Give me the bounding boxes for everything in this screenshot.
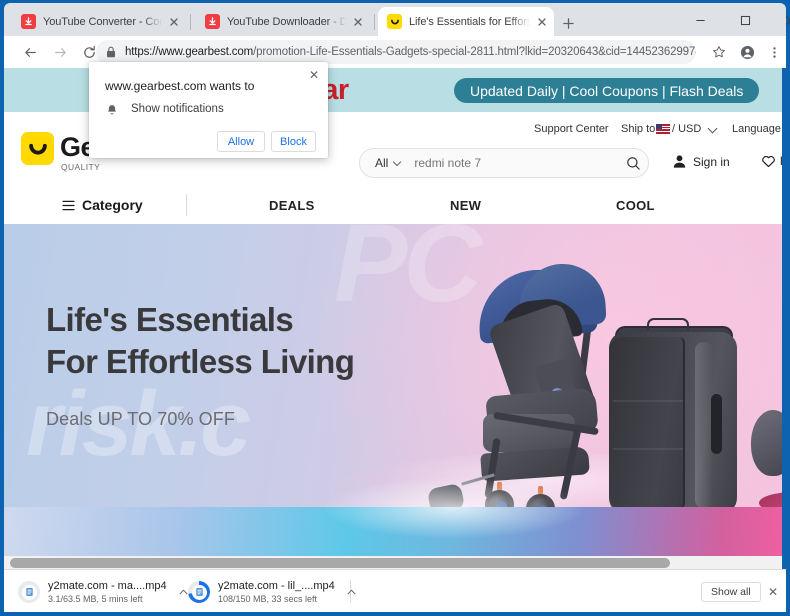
download-shelf: y2mate.com - ma....mp4 3.1/63.5 MB, 5 mi… xyxy=(4,569,786,612)
download-filename: y2mate.com - ma....mp4 xyxy=(48,580,167,592)
browser-tab-2[interactable]: YouTube Downloader - Downloa xyxy=(196,7,370,36)
window-minimize-button[interactable] xyxy=(678,6,723,35)
gearbest-yellow-icon xyxy=(387,14,402,29)
download-item[interactable]: y2mate.com - lil_....mp4 108/150 MB, 33 … xyxy=(188,577,360,607)
user-icon xyxy=(672,154,687,169)
download-red-icon xyxy=(21,14,36,29)
suitcase-seam xyxy=(613,400,683,402)
search-icon[interactable] xyxy=(618,156,648,171)
browser-tab-3-active[interactable]: Life's Essentials for Effortless Livi xyxy=(378,7,554,36)
permission-option-label: Show notifications xyxy=(131,103,224,115)
site-nav: Category DEALS NEW COOL xyxy=(4,189,782,224)
download-item[interactable]: y2mate.com - ma....mp4 3.1/63.5 MB, 5 mi… xyxy=(18,577,192,607)
search-bar[interactable]: All xyxy=(359,148,649,178)
notification-permission-dialog[interactable]: ✕ www.gearbest.com wants to Show notific… xyxy=(89,62,328,158)
lock-icon xyxy=(106,46,118,58)
suitcase-side-grip xyxy=(711,394,722,454)
window-close-button[interactable] xyxy=(768,6,790,35)
hero-line-2: For Effortless Living xyxy=(46,343,355,381)
forward-button[interactable] xyxy=(49,41,71,63)
gearbest-logo-icon[interactable] xyxy=(21,132,54,165)
ship-to-label: Ship to xyxy=(621,123,656,135)
browser-tab-1[interactable]: YouTube Converter - Convert You xyxy=(12,7,186,36)
chevron-down-icon[interactable] xyxy=(707,123,718,134)
nav-item-cool[interactable]: COOL xyxy=(616,198,655,213)
vertical-scrollbar[interactable] xyxy=(769,68,782,569)
watermark-text: PC xyxy=(334,224,483,325)
nav-divider xyxy=(186,194,187,216)
download-file-icon xyxy=(18,581,40,603)
promo-pill[interactable]: Updated Daily | Cool Coupons | Flash Dea… xyxy=(454,78,760,103)
support-center-link[interactable]: Support Center xyxy=(534,123,609,135)
window-maximize-button[interactable] xyxy=(723,6,768,35)
block-button[interactable]: Block xyxy=(271,131,316,152)
download-status: 3.1/63.5 MB, 5 mins left xyxy=(48,594,143,604)
tab-close-icon[interactable] xyxy=(350,14,366,30)
close-icon[interactable]: ✕ xyxy=(306,67,322,83)
currency-selector[interactable]: / USD xyxy=(672,123,701,135)
suitcase-seam xyxy=(613,448,683,450)
close-shelf-icon[interactable]: ✕ xyxy=(764,583,782,601)
tab-title: Life's Essentials for Effortless Livi xyxy=(409,15,530,28)
download-red-icon xyxy=(205,14,220,29)
tab-separator xyxy=(374,14,375,30)
show-all-downloads-button[interactable]: Show all xyxy=(701,582,761,602)
search-input[interactable] xyxy=(414,156,618,170)
category-label: Category xyxy=(82,197,143,213)
hero-line-1: Life's Essentials xyxy=(46,301,294,338)
tab-close-icon[interactable] xyxy=(166,14,182,30)
horizontal-scrollbar[interactable] xyxy=(4,556,782,569)
suitcase-handle xyxy=(647,318,689,330)
suitcase-front-panel xyxy=(609,337,685,509)
download-progress-icon xyxy=(188,581,210,603)
sign-in-label: Sign in xyxy=(693,154,730,169)
bell-icon xyxy=(105,104,118,117)
category-menu-button[interactable]: Category xyxy=(62,197,143,213)
tab-separator xyxy=(190,14,191,30)
url-text: https://www.gearbest.com/promotion-Life-… xyxy=(125,46,696,58)
sign-in-button[interactable]: Sign in xyxy=(672,154,730,169)
download-status: 108/150 MB, 33 secs left xyxy=(218,594,318,604)
allow-button[interactable]: Allow xyxy=(217,131,265,152)
chrome-menu-icon[interactable] xyxy=(764,42,784,62)
chevron-up-icon[interactable] xyxy=(344,584,360,600)
profile-avatar-icon[interactable] xyxy=(737,42,757,62)
permission-dialog-title: www.gearbest.com wants to xyxy=(105,79,255,93)
hero-subtitle: Deals UP TO 70% OFF xyxy=(46,409,235,429)
new-tab-button[interactable] xyxy=(557,12,579,34)
us-flag-icon xyxy=(656,124,670,134)
chevron-down-icon xyxy=(393,157,402,166)
search-category-label: All xyxy=(375,156,389,170)
back-button[interactable] xyxy=(19,41,41,63)
nav-item-deals[interactable]: DEALS xyxy=(269,198,315,213)
tab-title: YouTube Converter - Convert You xyxy=(43,15,162,28)
search-category-dropdown[interactable]: All xyxy=(375,156,402,170)
hero-banner[interactable]: PC risk.c Life's Essentials For Effortles… xyxy=(4,224,782,561)
download-filename: y2mate.com - lil_....mp4 xyxy=(218,580,335,592)
tab-strip: YouTube Converter - Convert You YouTube … xyxy=(4,3,790,36)
horizontal-scrollbar-thumb[interactable] xyxy=(10,558,670,568)
address-bar[interactable]: https://www.gearbest.com/promotion-Life-… xyxy=(96,40,696,64)
tab-close-icon[interactable] xyxy=(534,14,550,30)
bookmark-star-icon[interactable] xyxy=(709,42,729,62)
logo-tagline: QUALITY xyxy=(61,162,101,172)
tab-title: YouTube Downloader - Downloa xyxy=(227,15,346,28)
nav-item-new[interactable]: NEW xyxy=(450,198,481,213)
hero-headline: Life's Essentials For Effortless Living xyxy=(46,299,355,383)
browser-window: YouTube Converter - Convert You YouTube … xyxy=(0,0,790,616)
hero-floor-shine xyxy=(304,473,604,543)
hamburger-icon xyxy=(62,200,75,211)
